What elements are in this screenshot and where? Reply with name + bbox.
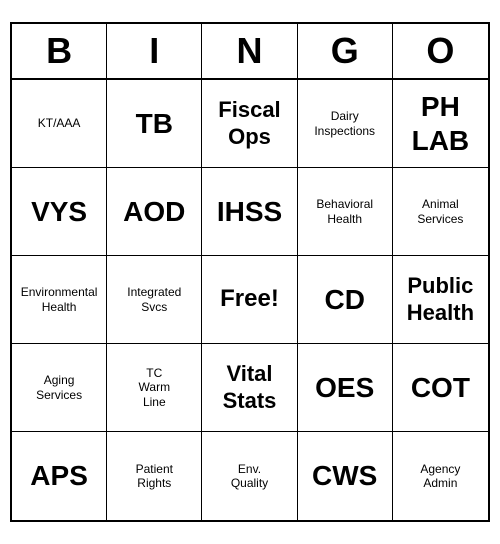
bingo-cell: Behavioral Health (298, 168, 393, 256)
cell-label: Public Health (407, 273, 474, 326)
bingo-card: BINGO KT/AAA TB Fiscal Ops Dairy Inspection… (10, 22, 490, 522)
bingo-grid: KT/AAA TB Fiscal Ops Dairy Inspections PH LA… (12, 80, 488, 520)
bingo-cell: Dairy Inspections (298, 80, 393, 168)
bingo-cell: KT/AAA (12, 80, 107, 168)
bingo-cell: TC Warm Line (107, 344, 202, 432)
bingo-cell: Env. Quality (202, 432, 297, 520)
bingo-cell: PH LAB (393, 80, 488, 168)
cell-label: VYS (31, 195, 87, 229)
bingo-cell: APS (12, 432, 107, 520)
cell-label: Env. Quality (231, 462, 268, 491)
cell-label: CWS (312, 459, 377, 493)
bingo-cell: CD (298, 256, 393, 344)
bingo-cell: Vital Stats (202, 344, 297, 432)
bingo-cell: COT (393, 344, 488, 432)
cell-label: Animal Services (417, 197, 463, 226)
cell-label: KT/AAA (38, 116, 81, 130)
cell-label: COT (411, 371, 470, 405)
bingo-cell: Integrated Svcs (107, 256, 202, 344)
bingo-header: BINGO (12, 24, 488, 80)
cell-label: CD (324, 283, 364, 317)
cell-label: Vital Stats (223, 361, 277, 414)
bingo-cell: Environmental Health (12, 256, 107, 344)
bingo-cell: Public Health (393, 256, 488, 344)
cell-label: Fiscal Ops (218, 97, 280, 150)
header-letter: G (298, 24, 393, 78)
cell-label: AOD (123, 195, 185, 229)
cell-label: Free! (220, 285, 279, 314)
header-letter: O (393, 24, 488, 78)
bingo-cell: IHSS (202, 168, 297, 256)
bingo-cell: Free! (202, 256, 297, 344)
bingo-cell: VYS (12, 168, 107, 256)
cell-label: Dairy Inspections (314, 109, 375, 138)
bingo-cell: AOD (107, 168, 202, 256)
header-letter: B (12, 24, 107, 78)
cell-label: APS (30, 459, 88, 493)
cell-label: Environmental Health (21, 285, 98, 314)
bingo-cell: CWS (298, 432, 393, 520)
cell-label: Aging Services (36, 373, 82, 402)
cell-label: Patient Rights (136, 462, 173, 491)
bingo-cell: Animal Services (393, 168, 488, 256)
bingo-cell: Agency Admin (393, 432, 488, 520)
cell-label: PH LAB (412, 90, 470, 157)
cell-label: OES (315, 371, 374, 405)
cell-label: Integrated Svcs (127, 285, 181, 314)
cell-label: TC Warm Line (139, 366, 171, 409)
cell-label: Behavioral Health (316, 197, 373, 226)
cell-label: Agency Admin (420, 462, 460, 491)
cell-label: IHSS (217, 195, 282, 229)
bingo-cell: Patient Rights (107, 432, 202, 520)
header-letter: N (202, 24, 297, 78)
header-letter: I (107, 24, 202, 78)
bingo-cell: Aging Services (12, 344, 107, 432)
bingo-cell: OES (298, 344, 393, 432)
bingo-cell: TB (107, 80, 202, 168)
cell-label: TB (136, 107, 173, 141)
bingo-cell: Fiscal Ops (202, 80, 297, 168)
